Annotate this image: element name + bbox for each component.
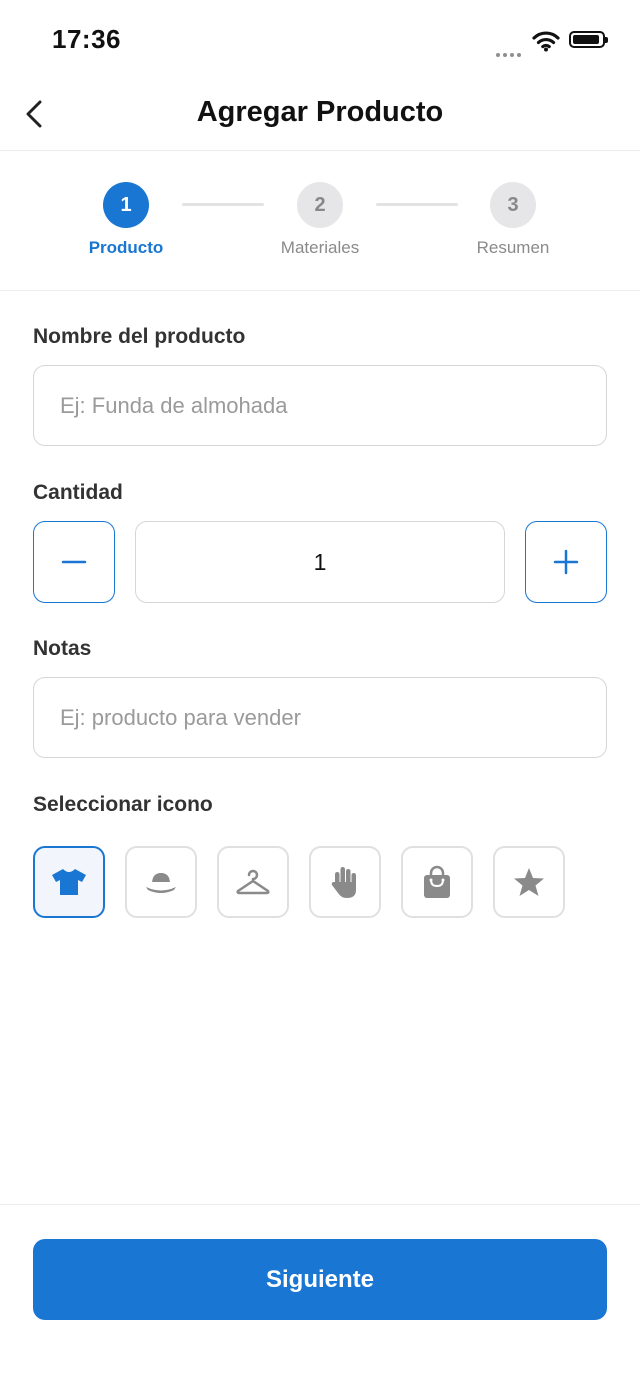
step-label: Materiales xyxy=(280,238,360,257)
minus-icon xyxy=(61,560,87,564)
decrease-quantity-button[interactable] xyxy=(33,521,115,603)
notes-label: Notas xyxy=(33,637,92,660)
step-label: Resumen xyxy=(476,238,550,257)
plus-icon xyxy=(553,549,579,575)
icon-option-hand[interactable] xyxy=(309,846,381,918)
wifi-icon xyxy=(532,31,560,52)
step-label: Producto xyxy=(88,238,164,257)
product-name-input[interactable] xyxy=(33,365,607,446)
icon-option-star[interactable] xyxy=(493,846,565,918)
notes-input[interactable] xyxy=(33,677,607,758)
step-connector xyxy=(182,203,264,206)
icon-option-tshirt[interactable] xyxy=(33,846,105,918)
hanger-icon xyxy=(236,869,270,895)
star-icon xyxy=(514,868,544,896)
bottom-bar: Siguiente xyxy=(0,1204,640,1386)
step-resumen: 3 Resumen xyxy=(453,182,573,258)
tshirt-icon xyxy=(52,869,86,895)
shopping-bag-icon xyxy=(424,865,450,898)
battery-icon xyxy=(569,31,608,48)
step-materiales: 2 Materiales xyxy=(260,182,380,258)
nav-bar: Agregar Producto xyxy=(0,80,640,151)
icon-option-hanger[interactable] xyxy=(217,846,289,918)
quantity-value[interactable]: 1 xyxy=(135,521,505,603)
signal-icon xyxy=(496,44,524,57)
select-icon-label: Seleccionar icono xyxy=(33,793,213,816)
increase-quantity-button[interactable] xyxy=(525,521,607,603)
quantity-label: Cantidad xyxy=(33,481,123,504)
hat-icon xyxy=(146,873,176,893)
step-connector xyxy=(376,203,458,206)
step-number: 1 xyxy=(103,182,149,228)
step-number: 2 xyxy=(297,182,343,228)
next-button[interactable]: Siguiente xyxy=(33,1239,607,1320)
step-number: 3 xyxy=(490,182,536,228)
stepper: 1 Producto 2 Materiales 3 Resumen xyxy=(0,151,640,291)
icon-option-hat[interactable] xyxy=(125,846,197,918)
status-bar: 17:36 xyxy=(0,0,640,80)
product-name-label: Nombre del producto xyxy=(33,325,246,348)
hand-icon xyxy=(331,867,356,898)
icon-option-shopping-bag[interactable] xyxy=(401,846,473,918)
step-producto: 1 Producto xyxy=(66,182,186,258)
page-title: Agregar Producto xyxy=(196,96,444,128)
status-time: 17:36 xyxy=(52,24,121,54)
